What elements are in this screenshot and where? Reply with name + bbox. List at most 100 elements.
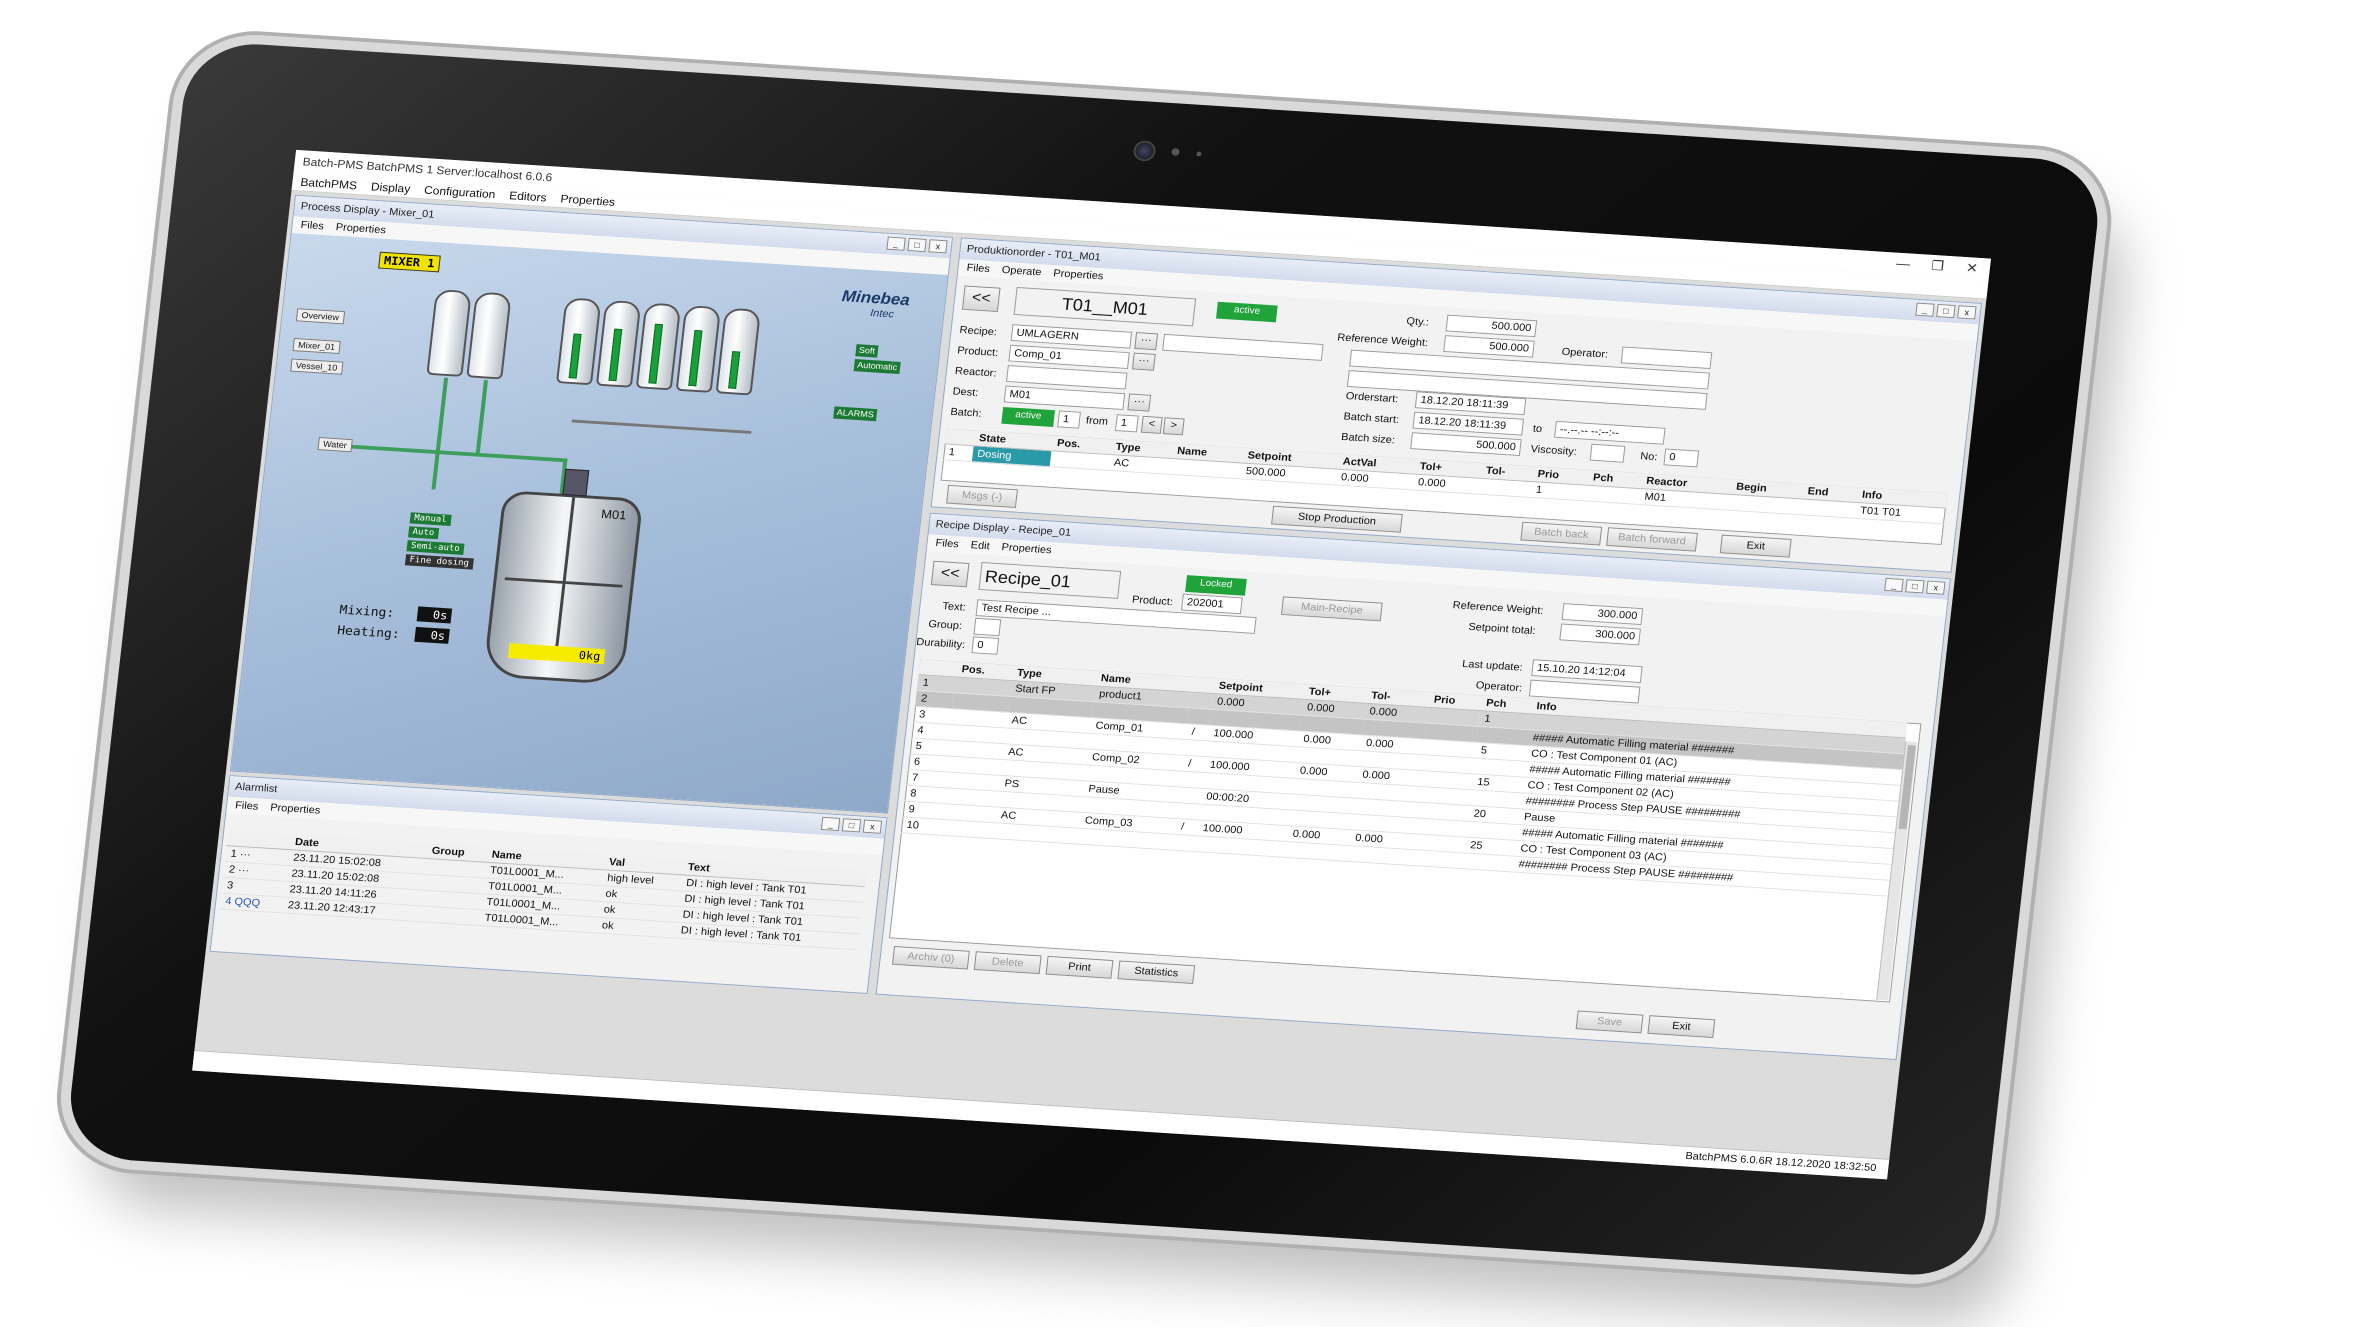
menu-display[interactable]: Display <box>370 180 411 196</box>
tank-level <box>728 351 741 389</box>
recipe-display-window: Recipe Display - Recipe_01 _ □ x Files Edi… <box>875 512 1951 1061</box>
viscosity-label: Viscosity: <box>1530 443 1578 458</box>
side-tag-automatic: Automatic <box>853 359 901 375</box>
operator-field[interactable] <box>1620 346 1713 369</box>
stop-production-button[interactable]: Stop Production <box>1271 505 1403 533</box>
mixing-value: 0s <box>416 606 453 624</box>
durability-field[interactable]: 0 <box>971 636 1000 655</box>
nav-vessel-button[interactable]: Vessel_10 <box>290 358 344 375</box>
refweight-field[interactable]: 300.000 <box>1561 603 1644 625</box>
minimize-icon[interactable]: _ <box>1915 302 1935 317</box>
lastupdate-field: 15.10.20 14:12:04 <box>1531 659 1643 683</box>
main-recipe-button[interactable]: Main-Recipe <box>1280 596 1383 622</box>
mixer-motor-icon <box>562 468 590 497</box>
close-icon[interactable]: ✕ <box>1965 260 1978 277</box>
menu-configuration[interactable]: Configuration <box>424 183 497 201</box>
menu-properties[interactable]: Properties <box>560 192 616 209</box>
menu-properties[interactable]: Properties <box>335 222 386 236</box>
recipe-picker-button[interactable]: ··· <box>1134 332 1159 351</box>
order-name: T01__M01 <box>1013 286 1197 327</box>
batch-back-button[interactable]: Batch back <box>1520 521 1603 546</box>
refweight-field[interactable]: 500.000 <box>1443 335 1535 358</box>
reactor-vessel: M01 0kg <box>482 468 644 686</box>
dest-picker-button[interactable]: ··· <box>1127 393 1152 412</box>
window-title: Recipe Display - Recipe_01 <box>935 518 1072 539</box>
dest-field[interactable]: M01 <box>1003 385 1126 410</box>
menu-files[interactable]: Files <box>235 800 259 813</box>
product-field[interactable]: 202001 <box>1181 593 1243 615</box>
exit-button[interactable]: Exit <box>1647 1015 1716 1038</box>
nav-overview-button[interactable]: Overview <box>295 308 345 325</box>
window-title: Produktionorder - T01_M01 <box>966 243 1102 264</box>
product-label: Product: <box>1131 594 1174 608</box>
menu-operate[interactable]: Operate <box>1001 265 1042 279</box>
archive-button[interactable]: Archiv (0) <box>891 946 970 970</box>
restore-icon[interactable]: ❐ <box>1931 258 1945 275</box>
menu-batchpms[interactable]: BatchPMS <box>300 175 358 192</box>
qty-field[interactable]: 500.000 <box>1445 314 1538 338</box>
restore-icon[interactable]: □ <box>907 237 927 253</box>
menu-properties[interactable]: Properties <box>270 802 321 816</box>
print-button[interactable]: Print <box>1045 955 1114 979</box>
tank-level <box>648 323 664 384</box>
nav-mixer-button[interactable]: Mixer_01 <box>292 337 341 355</box>
menu-properties[interactable]: Properties <box>1053 268 1104 282</box>
storage-tank <box>635 302 682 391</box>
minimize-icon[interactable]: _ <box>820 816 841 832</box>
messages-button[interactable]: Msgs (-) <box>946 484 1018 508</box>
close-icon[interactable]: x <box>1957 305 1977 320</box>
batch-prev-button[interactable]: < <box>1140 415 1163 434</box>
storage-tank <box>675 305 722 393</box>
back-button[interactable]: << <box>961 285 1001 312</box>
delete-button[interactable]: Delete <box>973 951 1042 975</box>
menu-editors[interactable]: Editors <box>509 188 548 203</box>
batch-forward-button[interactable]: Batch forward <box>1606 527 1698 552</box>
menu-files[interactable]: Files <box>300 220 324 233</box>
batch-number-field[interactable]: 1 <box>1057 410 1081 429</box>
save-button[interactable]: Save <box>1575 1010 1644 1034</box>
back-button[interactable]: << <box>930 560 970 588</box>
pipe <box>431 377 449 490</box>
close-icon[interactable]: x <box>862 819 883 834</box>
cell <box>1178 786 1203 805</box>
order-status-badge: active <box>1216 301 1278 323</box>
pipe <box>475 380 488 455</box>
text-label: Text: <box>941 600 967 614</box>
qty-label: Qty.: <box>1405 315 1430 329</box>
refweight-label: Reference Weight: <box>1452 599 1545 617</box>
photo-stage: Batch-PMS BatchPMS 1 Server:localhost 6.… <box>0 0 2359 1327</box>
product-picker-button[interactable]: ··· <box>1131 352 1156 371</box>
cell <box>1189 692 1213 710</box>
window-title: Process Display - Mixer_01 <box>300 200 435 221</box>
batch-label: Batch: <box>949 406 983 420</box>
close-icon[interactable]: x <box>1926 580 1946 595</box>
water-inlet-label: Water <box>317 437 353 453</box>
restore-icon[interactable]: □ <box>1936 303 1956 319</box>
minimize-icon[interactable]: — <box>1895 255 1911 271</box>
recipe-desc-field <box>1162 333 1324 361</box>
menu-properties[interactable]: Properties <box>1001 542 1052 556</box>
statistics-button[interactable]: Statistics <box>1117 960 1196 984</box>
batch-next-button[interactable]: > <box>1162 417 1185 436</box>
minimize-icon[interactable]: _ <box>886 236 906 251</box>
restore-icon[interactable]: □ <box>841 818 862 833</box>
close-icon[interactable]: x <box>928 239 948 254</box>
group-field[interactable] <box>973 617 1002 637</box>
minimize-icon[interactable]: _ <box>1884 577 1904 593</box>
exit-button[interactable]: Exit <box>1719 534 1792 558</box>
menu-files[interactable]: Files <box>935 538 959 551</box>
storage-tank <box>426 289 472 377</box>
mixer-label: MIXER 1 <box>378 251 441 273</box>
pipe <box>327 443 568 463</box>
menu-edit[interactable]: Edit <box>970 540 990 552</box>
menu-files[interactable]: Files <box>966 262 990 275</box>
tank-level <box>568 333 582 379</box>
group-label: Group: <box>927 618 963 632</box>
cell <box>1180 771 1205 789</box>
durability-label: Durability: <box>915 636 966 651</box>
weight-display: 0kg <box>507 643 606 665</box>
restore-icon[interactable]: □ <box>1905 579 1925 594</box>
viscosity-field[interactable] <box>1589 443 1626 463</box>
storage-tank <box>555 297 602 386</box>
storage-tank <box>715 307 762 396</box>
